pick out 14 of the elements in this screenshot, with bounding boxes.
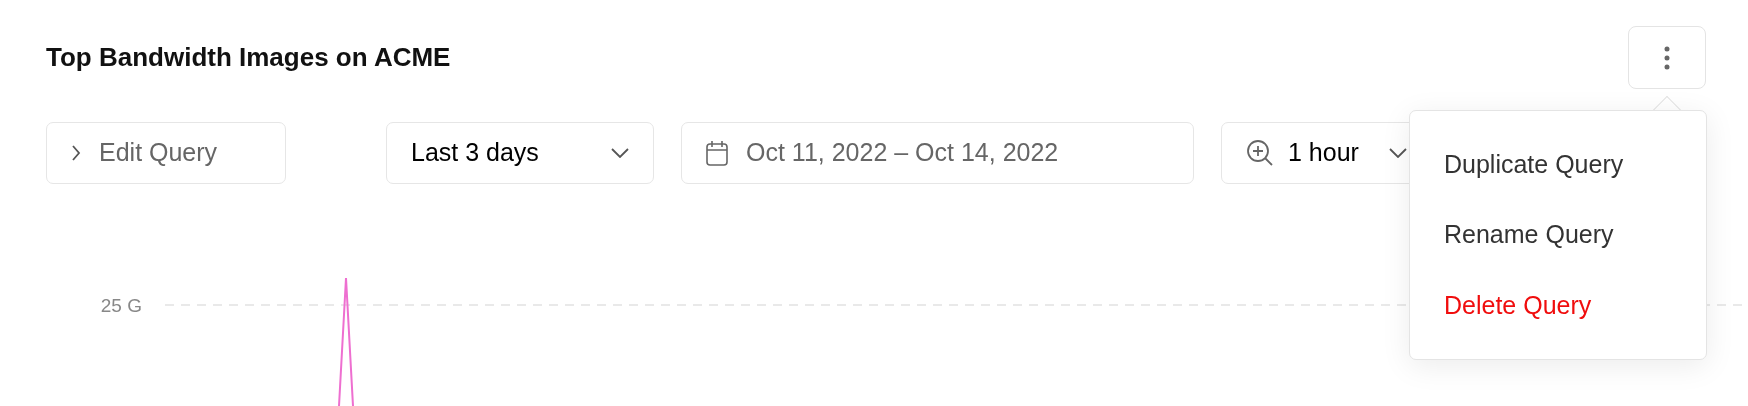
date-range-field[interactable]: Oct 11, 2022 – Oct 14, 2022 <box>681 122 1194 184</box>
chevron-right-icon <box>71 144 81 162</box>
menu-item[interactable]: Rename Query <box>1410 216 1706 254</box>
calendar-icon <box>706 140 728 166</box>
more-icon <box>1664 45 1670 70</box>
menu-item[interactable]: Delete Query <box>1410 286 1706 325</box>
y-axis-label: 25 G <box>100 294 142 318</box>
page-title: Top Bandwidth Images on ACME <box>46 41 451 74</box>
edit-query-button[interactable]: Edit Query <box>46 122 286 184</box>
zoom-in-icon <box>1246 139 1274 167</box>
chevron-down-icon <box>1388 148 1407 158</box>
more-options-button[interactable] <box>1628 26 1706 89</box>
range-dropdown[interactable]: Last 3 days <box>386 122 654 184</box>
chevron-down-icon <box>611 148 629 158</box>
